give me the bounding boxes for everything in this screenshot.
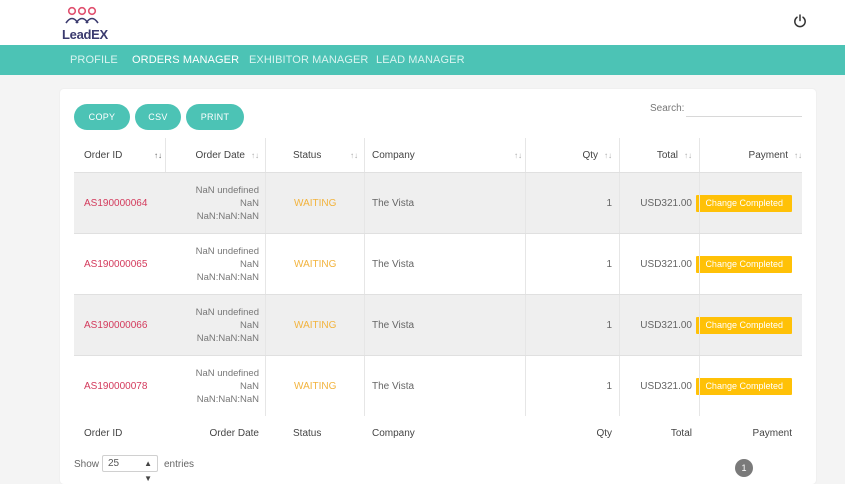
quantity: 1 [606, 258, 612, 270]
table-row: AS190000066 NaN undefined NaN NaN:NaN:NaN … [74, 295, 802, 355]
nav-item-orders-manager[interactable]: ORDERS MANAGER [132, 54, 239, 66]
change-completed-button[interactable]: Change Completed [696, 316, 792, 334]
company-name: The Vista [372, 319, 415, 331]
brand-logo[interactable]: LeadEX [62, 6, 108, 42]
footer-total: Total [670, 427, 692, 439]
main-nav: PROFILE ORDERS MANAGER EXHIBITOR MANAGER… [0, 45, 845, 75]
order-date: NaN undefined NaN NaN:NaN:NaN [195, 306, 259, 344]
show-label: Show [74, 459, 100, 470]
payment-cell: Change Completed [696, 295, 792, 355]
app-header: LeadEX [0, 0, 845, 45]
payment-cell: Change Completed [696, 173, 792, 233]
search-label: Search: [650, 103, 685, 114]
company-name: The Vista [372, 258, 415, 270]
quantity: 1 [606, 380, 612, 392]
column-header-order-date[interactable]: Order Date ↑↓ [166, 138, 265, 172]
brand-name: LeadEX [62, 27, 108, 42]
column-header-company[interactable]: Company ↑↓ [372, 138, 524, 172]
order-date: NaN undefined NaN NaN:NaN:NaN [195, 184, 259, 222]
nav-item-exhibitor-manager[interactable]: EXHIBITOR MANAGER [249, 54, 368, 66]
table-footer: Order ID Order Date Status Company Qty T… [74, 416, 802, 450]
footer-order-id: Order ID [84, 427, 123, 439]
sort-arrows-icon: ↑↓ [684, 150, 692, 160]
status-badge: WAITING [294, 258, 337, 270]
total-amount: USD321.00 [640, 197, 692, 209]
order-id-link[interactable]: AS190000066 [84, 295, 164, 355]
footer-payment: Payment [752, 427, 792, 439]
total-amount: USD321.00 [640, 319, 692, 331]
select-caret-icon: ▲ ▼ [144, 459, 152, 483]
change-completed-button[interactable]: Change Completed [696, 194, 792, 212]
table-row: AS190000064 NaN undefined NaN NaN:NaN:NaN … [74, 173, 802, 233]
print-button[interactable]: PRINT [186, 104, 244, 130]
total-amount: USD321.00 [640, 258, 692, 270]
table-row: AS190000065 NaN undefined NaN NaN:NaN:NaN … [74, 234, 802, 294]
footer-qty: Qty [596, 427, 612, 439]
nav-item-lead-manager[interactable]: LEAD MANAGER [376, 54, 465, 66]
sort-arrows-icon: ↑↓ [251, 150, 259, 160]
sort-arrows-icon: ↑↓ [604, 150, 612, 160]
quantity: 1 [606, 319, 612, 331]
page-button-1[interactable]: 1 [735, 459, 753, 477]
footer-status: Status [293, 427, 322, 439]
power-icon[interactable] [792, 13, 808, 29]
change-completed-button[interactable]: Change Completed [696, 255, 792, 273]
footer-order-date: Order Date [209, 427, 259, 439]
entries-label: entries [164, 459, 195, 470]
column-header-total[interactable]: Total ↑↓ [620, 138, 698, 172]
sort-arrows-icon: ↑↓ [350, 150, 358, 160]
total-amount: USD321.00 [640, 380, 692, 392]
quantity: 1 [606, 197, 612, 209]
status-badge: WAITING [294, 197, 337, 209]
column-header-qty[interactable]: Qty ↑↓ [526, 138, 618, 172]
order-date: NaN undefined NaN NaN:NaN:NaN [195, 367, 259, 405]
orders-card: COPY CSV PRINT Search: Order ID ↑↓ Order … [60, 89, 816, 484]
order-date: NaN undefined NaN NaN:NaN:NaN [195, 245, 259, 283]
status-badge: WAITING [294, 380, 337, 392]
page-size-select[interactable]: 25 ▲ ▼ [102, 455, 158, 483]
nav-item-profile[interactable]: PROFILE [70, 54, 118, 66]
sort-arrows-icon: ↑↓ [514, 150, 522, 160]
sort-arrows-icon: ↑↓ [794, 150, 802, 160]
company-name: The Vista [372, 197, 415, 209]
order-id-link[interactable]: AS190000064 [84, 173, 164, 233]
csv-button[interactable]: CSV [135, 104, 181, 130]
copy-button[interactable]: COPY [74, 104, 130, 130]
order-id-link[interactable]: AS190000078 [84, 356, 164, 416]
change-completed-button[interactable]: Change Completed [696, 377, 792, 395]
company-name: The Vista [372, 380, 415, 392]
order-id-link[interactable]: AS190000065 [84, 234, 164, 294]
search-input[interactable] [686, 99, 802, 117]
payment-cell: Change Completed [696, 234, 792, 294]
table-header: Order ID ↑↓ Order Date ↑↓ Status ↑↓ Company… [74, 138, 802, 172]
column-header-status[interactable]: Status ↑↓ [267, 138, 364, 172]
payment-cell: Change Completed [696, 356, 792, 416]
status-badge: WAITING [294, 319, 337, 331]
people-group-icon [65, 6, 99, 24]
table-row: AS190000078 NaN undefined NaN NaN:NaN:NaN … [74, 356, 802, 416]
footer-company: Company [372, 427, 415, 439]
column-header-order-id[interactable]: Order ID ↑↓ [84, 138, 164, 172]
column-header-payment[interactable]: Payment ↑↓ [700, 138, 802, 172]
sort-arrows-icon: ↑↓ [154, 150, 162, 160]
